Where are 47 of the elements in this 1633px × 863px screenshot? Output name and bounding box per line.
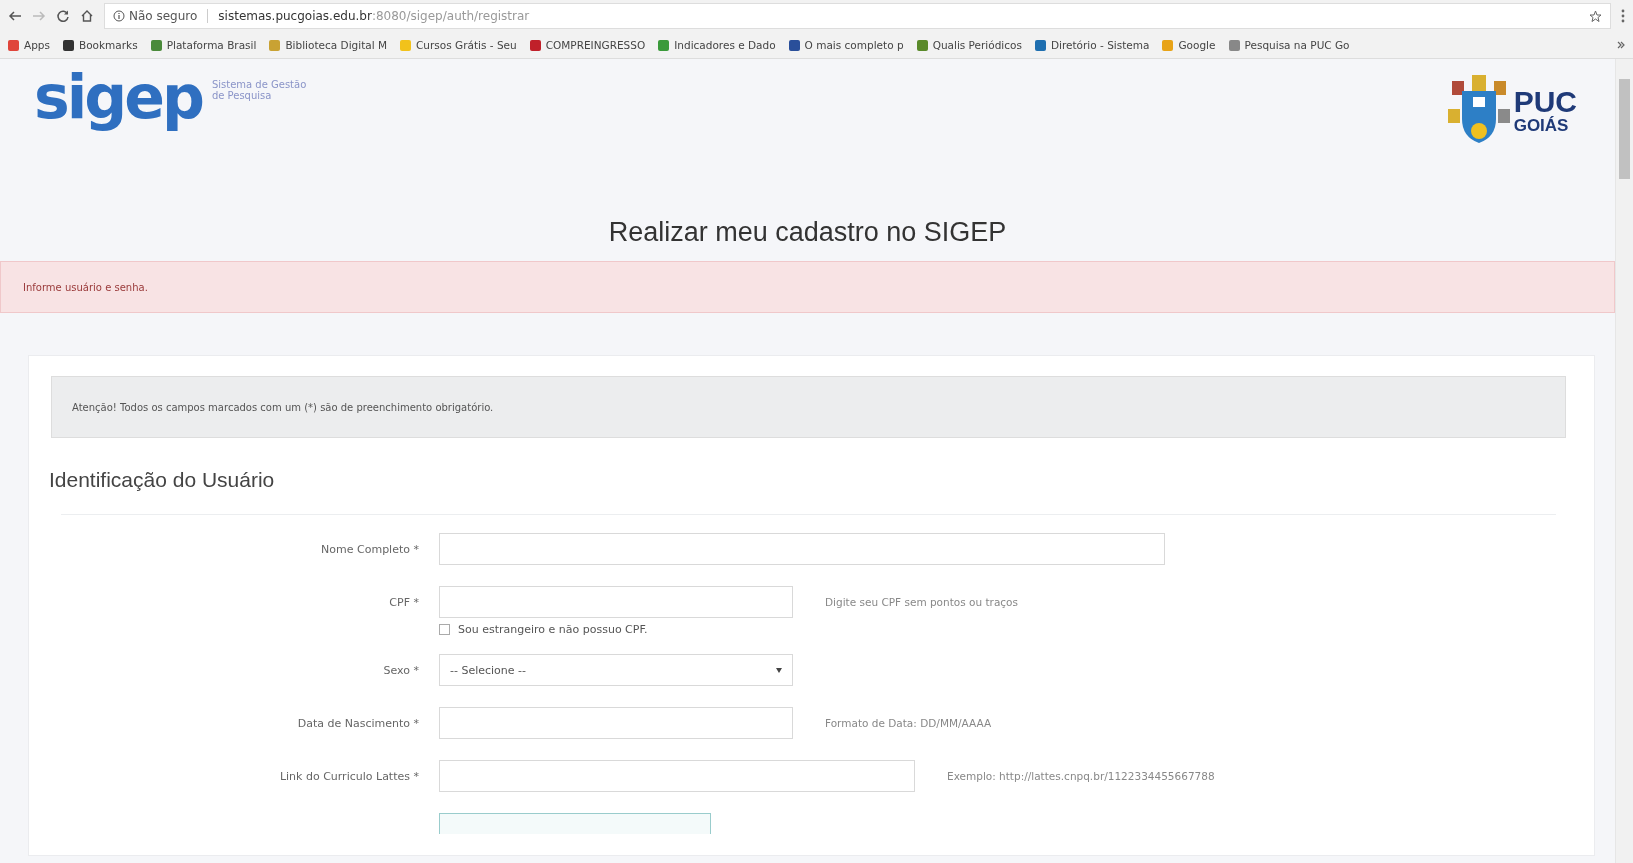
home-icon[interactable]	[80, 9, 94, 23]
error-message: Informe usuário e senha.	[23, 281, 148, 293]
bookmark-item[interactable]: Plataforma Brasil	[150, 39, 257, 51]
field-hint: Exemplo: http://lattes.cnpq.br/1122334455667788	[947, 770, 1215, 782]
bookmark-item[interactable]: Pesquisa na PUC Go	[1228, 39, 1350, 51]
field-label: Sexo *	[382, 663, 419, 677]
url-path: :8080/sigep/auth/registrar	[371, 9, 530, 23]
star-icon[interactable]	[1589, 9, 1602, 23]
forward-icon[interactable]	[32, 9, 46, 23]
partner-logo-text: GOIÁS	[1513, 116, 1570, 134]
caret-icon	[776, 667, 782, 673]
bookmark-item[interactable]: Apps	[8, 39, 50, 51]
checkbox-label: Sou estrangeiro e não possuo CPF.	[458, 623, 648, 636]
lattes-import-button[interactable]	[439, 813, 711, 834]
reload-icon[interactable]	[56, 9, 70, 23]
chevron-icon[interactable]	[1617, 41, 1625, 49]
back-icon[interactable]	[8, 9, 22, 23]
field-label: CPF *	[388, 595, 419, 609]
field-label: Data de Nascimento *	[296, 716, 419, 730]
bookmark-item[interactable]: Qualis Periódicos	[916, 39, 1022, 51]
scrollbar-thumb[interactable]	[1619, 79, 1630, 179]
page-title: Realizar meu cadastro no SIGEP	[607, 217, 1008, 249]
menu-icon[interactable]	[1621, 9, 1625, 23]
bookmark-item[interactable]: Bookmarks	[63, 39, 138, 51]
bookmark-item[interactable]: Biblioteca Digital M	[269, 39, 388, 51]
url-host: sistemas.pucgoias.edu.br	[218, 9, 372, 23]
info-icon[interactable]	[113, 10, 125, 22]
security-label[interactable]: Não seguro	[129, 9, 198, 23]
logo-tagline: Sistema de Gestão	[211, 79, 307, 90]
bookmark-item[interactable]: Google	[1162, 39, 1216, 51]
section-title: Identificação do Usuário	[49, 468, 276, 492]
checkbox[interactable]	[439, 624, 450, 635]
select-field[interactable]: -- Selecione --	[439, 654, 793, 686]
field-label: Nome Completo *	[320, 542, 419, 556]
partner-logo-text: PUC	[1513, 86, 1577, 117]
notice-text: Atenção! Todos os campos marcados com um (*) são de preenchimento obrigatório.	[72, 401, 494, 413]
field-hint: Formato de Data: DD/MM/AAAA	[825, 717, 992, 729]
field-label: Link do Curriculo Lattes *	[278, 769, 419, 783]
bookmark-item[interactable]: COMPREINGRESSO	[529, 39, 646, 51]
bookmark-item[interactable]: O mais completo p	[788, 39, 904, 51]
scrollbar[interactable]	[1615, 59, 1633, 863]
logo-tagline: de Pesquisa	[211, 90, 273, 101]
bookmark-item[interactable]: Indicadores e Dado	[658, 39, 776, 51]
field-hint: Digite seu CPF sem pontos ou traços	[825, 596, 1018, 608]
bookmark-item[interactable]: Diretório - Sistema	[1034, 39, 1150, 51]
bookmark-item[interactable]: Cursos Grátis - Seu	[400, 39, 517, 51]
address-bar[interactable]: Não seguro sistemas.pucgoias.edu.br:8080/sigep/auth/registrar	[104, 3, 1611, 29]
